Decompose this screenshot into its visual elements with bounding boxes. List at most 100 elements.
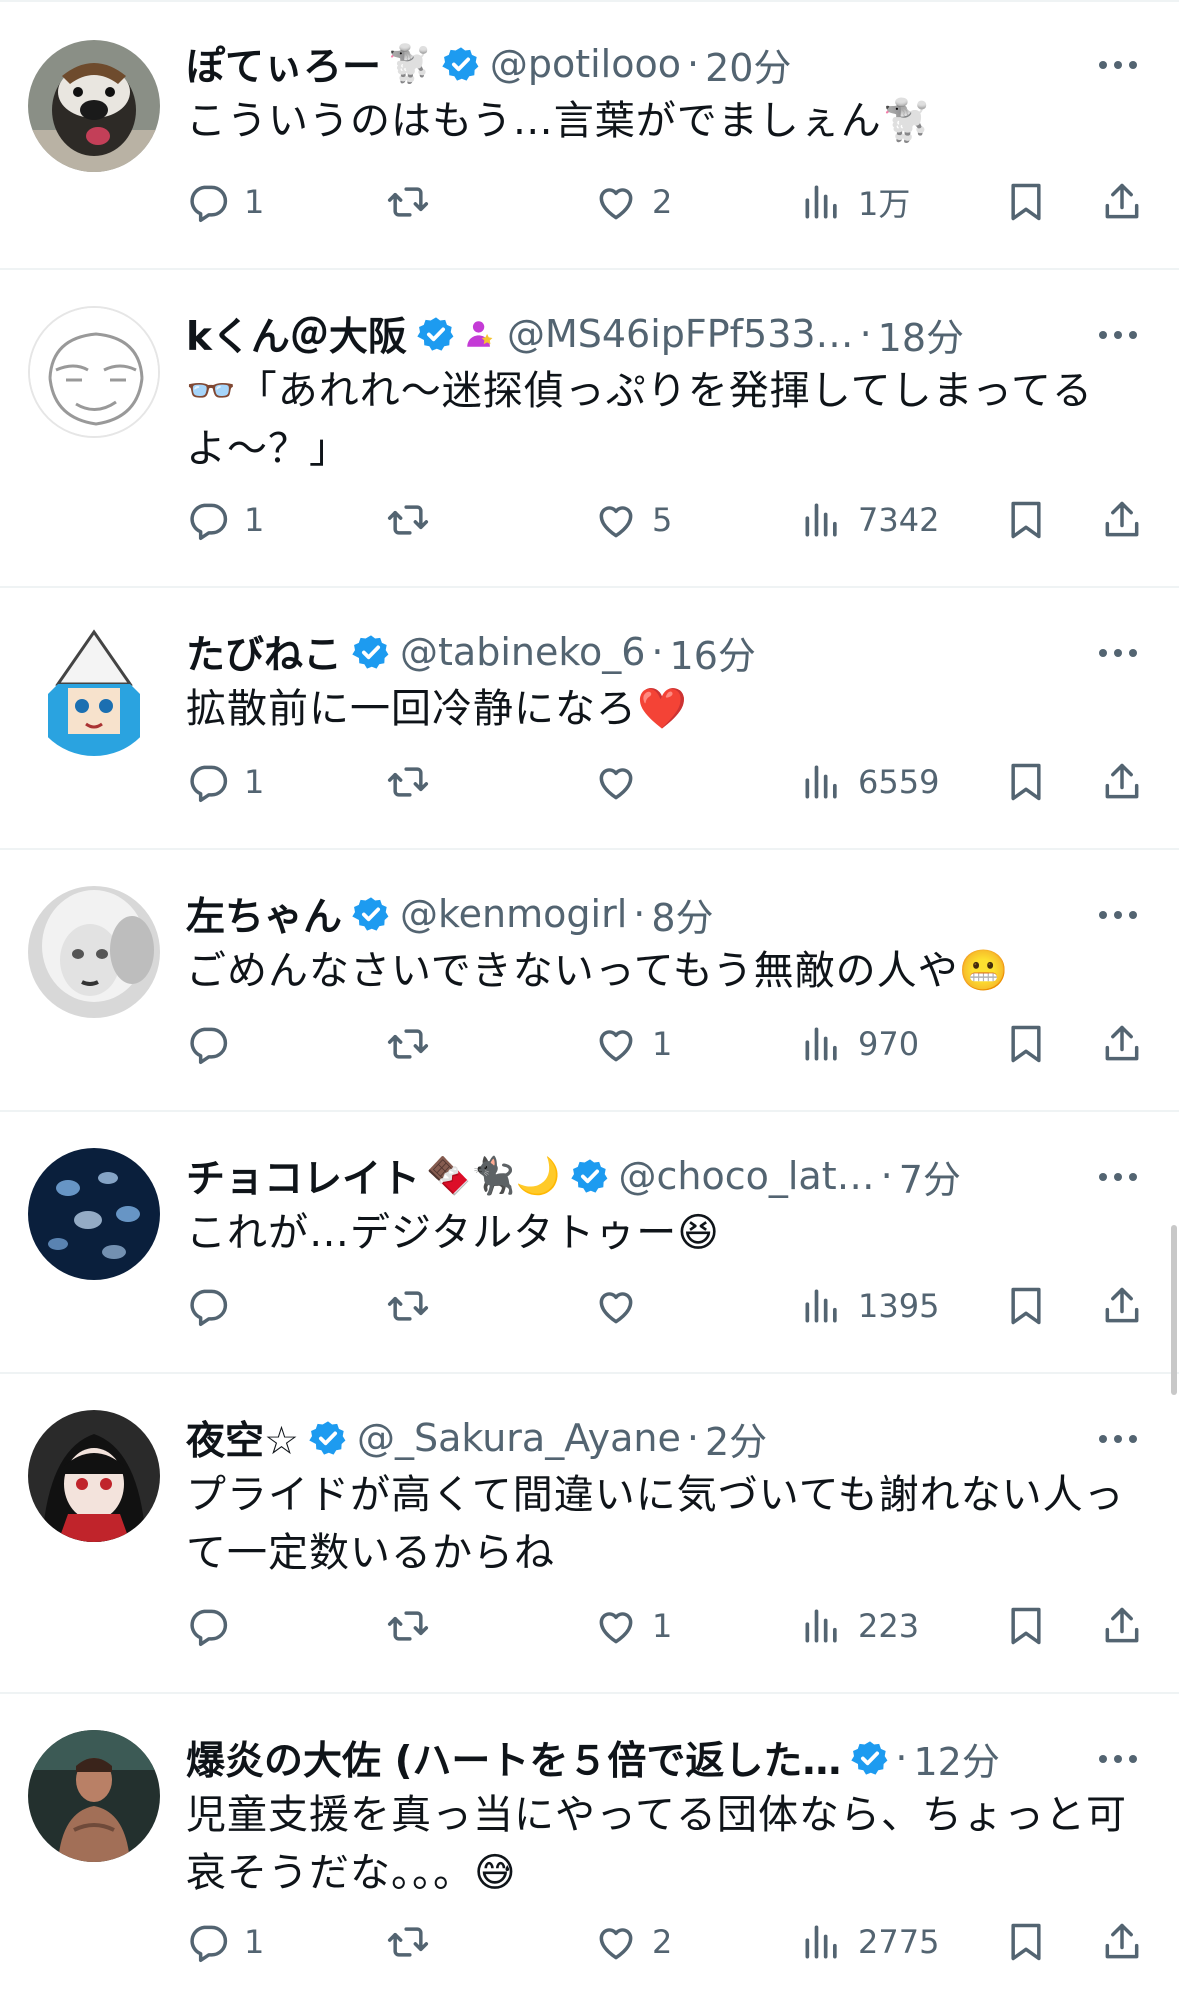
handle[interactable]: @kenmogirl <box>400 892 627 936</box>
supporter-badge-icon <box>467 321 493 347</box>
retweet-button[interactable] <box>386 172 444 232</box>
avatar[interactable] <box>28 886 160 1018</box>
bookmark-button[interactable] <box>1004 490 1048 550</box>
reply-count: 1 <box>244 1923 265 1961</box>
handle[interactable]: @tabineko_6 <box>400 630 645 674</box>
display-name[interactable]: たびねこ <box>186 626 342 678</box>
display-name[interactable]: 夜空☆ <box>186 1412 299 1464</box>
more-icon[interactable] <box>1093 320 1143 350</box>
reply-button[interactable]: 1 <box>186 172 264 232</box>
share-button[interactable] <box>1100 1014 1144 1074</box>
like-button[interactable]: 1 <box>594 1596 672 1656</box>
share-button[interactable] <box>1100 1276 1144 1336</box>
avatar[interactable] <box>28 1730 160 1862</box>
retweet-button[interactable] <box>386 1912 444 1972</box>
more-icon[interactable] <box>1093 1744 1143 1774</box>
reply-item[interactable]: kくん＠大阪 @MS46ipFPf533… · 18分 👓「あれれ〜迷探偵っぷり… <box>0 270 1179 588</box>
retweet-button[interactable] <box>386 752 444 812</box>
retweet-icon <box>387 505 429 535</box>
reply-button[interactable]: 1 <box>186 490 264 550</box>
handle[interactable]: @potilooo <box>490 42 681 86</box>
bookmark-button[interactable] <box>1004 1276 1048 1336</box>
display-name[interactable]: チョコレイト <box>186 1150 420 1202</box>
like-button[interactable]: 2 <box>594 172 672 232</box>
display-name[interactable]: kくん＠大阪 <box>186 308 407 360</box>
like-button[interactable]: 5 <box>594 490 672 550</box>
reply-item[interactable]: 爆炎の大佐 (ハートを５倍で返した… · 12分 児童支援を真っ当にやってる団体… <box>0 1694 1179 2004</box>
bookmark-icon <box>1011 1025 1041 1063</box>
avatar[interactable] <box>28 624 160 756</box>
timestamp[interactable]: 2分 <box>705 1412 767 1464</box>
retweet-button[interactable] <box>386 1276 444 1336</box>
reply-button[interactable]: 1 <box>186 752 264 812</box>
reply-item[interactable]: 夜空☆ @_Sakura_Ayane · 2分 プライドが高くて間違いに気づいて… <box>0 1374 1179 1694</box>
timestamp[interactable]: 7分 <box>899 1150 961 1202</box>
display-name[interactable]: 左ちゃん <box>186 888 342 940</box>
reply-item[interactable]: 左ちゃん @kenmogirl · 8分 ごめんなさいできないってもう無敵の人や… <box>0 850 1179 1112</box>
share-button[interactable] <box>1100 172 1144 232</box>
views-button[interactable]: 970 <box>800 1014 919 1074</box>
reply-text: 拡散前に一回冷静になろ❤️ <box>186 686 688 732</box>
reply-text: プライドが高くて間違いに気づいても謝れない人って一定数いるからね <box>186 1472 1125 1576</box>
bookmark-button[interactable] <box>1004 1596 1048 1656</box>
bookmark-button[interactable] <box>1004 1014 1048 1074</box>
verified-badge-icon <box>352 897 389 931</box>
reply-item[interactable]: ぽてぃろー 🐩 @potilooo · 20分 こういうのはもう…言葉がでましぇ… <box>0 0 1179 270</box>
like-button[interactable]: 1 <box>594 1014 672 1074</box>
share-button[interactable] <box>1100 490 1144 550</box>
dot-separator: · <box>633 892 646 936</box>
share-button[interactable] <box>1100 752 1144 812</box>
avatar[interactable] <box>28 306 160 438</box>
views-button[interactable]: 1395 <box>800 1276 939 1336</box>
bookmark-button[interactable] <box>1004 1912 1048 1972</box>
views-button[interactable]: 6559 <box>800 752 939 812</box>
reply-button[interactable] <box>186 1596 244 1656</box>
reply-button[interactable] <box>186 1276 244 1336</box>
more-icon[interactable] <box>1093 900 1143 930</box>
reply-button[interactable] <box>186 1014 244 1074</box>
retweet-button[interactable] <box>386 490 444 550</box>
share-button[interactable] <box>1100 1912 1144 1972</box>
views-button[interactable]: 223 <box>800 1596 919 1656</box>
scrollbar[interactable] <box>1171 1225 1177 1395</box>
handle[interactable]: @choco_lat… <box>619 1154 875 1198</box>
views-icon <box>805 1289 837 1323</box>
dot-separator: · <box>859 312 872 356</box>
timestamp[interactable]: 8分 <box>651 888 713 940</box>
views-button[interactable]: 2775 <box>800 1912 939 1972</box>
more-icon[interactable] <box>1093 1162 1143 1192</box>
handle[interactable]: @MS46ipFPf533… <box>507 312 854 356</box>
timestamp[interactable]: 18分 <box>878 308 964 360</box>
reply-header: ぽてぃろー 🐩 @potilooo · 20分 <box>186 38 1069 90</box>
handle[interactable]: @_Sakura_Ayane <box>357 1416 681 1460</box>
more-icon[interactable] <box>1093 50 1143 80</box>
more-icon[interactable] <box>1093 638 1143 668</box>
share-button[interactable] <box>1100 1596 1144 1656</box>
timestamp[interactable]: 12分 <box>914 1732 1000 1784</box>
like-count: 1 <box>652 1025 673 1063</box>
like-button[interactable]: 2 <box>594 1912 672 1972</box>
more-icon[interactable] <box>1093 1424 1143 1454</box>
avatar[interactable] <box>28 40 160 172</box>
bookmark-button[interactable] <box>1004 752 1048 812</box>
reply-item[interactable]: チョコレイト 🍫🐈‍⬛🌙 @choco_lat… · 7分 これが…デジタルタト… <box>0 1112 1179 1374</box>
reply-header: たびねこ @tabineko_6 · 16分 <box>186 626 1069 678</box>
display-name[interactable]: ぽてぃろー <box>186 38 381 90</box>
dot-separator: · <box>686 1416 699 1460</box>
retweet-button[interactable] <box>386 1014 444 1074</box>
views-button[interactable]: 1万 <box>800 172 910 232</box>
timestamp[interactable]: 16分 <box>670 626 756 678</box>
display-name[interactable]: 爆炎の大佐 (ハートを５倍で返した… <box>186 1732 841 1784</box>
like-button[interactable] <box>594 1276 652 1336</box>
like-button[interactable] <box>594 752 652 812</box>
avatar[interactable] <box>28 1410 160 1542</box>
avatar[interactable] <box>28 1148 160 1280</box>
bookmark-button[interactable] <box>1004 172 1048 232</box>
views-button[interactable]: 7342 <box>800 490 939 550</box>
bookmark-icon <box>1011 501 1041 539</box>
retweet-button[interactable] <box>386 1596 444 1656</box>
reply-button[interactable]: 1 <box>186 1912 264 1972</box>
timestamp[interactable]: 20分 <box>705 38 791 90</box>
reply-item[interactable]: たびねこ @tabineko_6 · 16分 拡散前に一回冷静になろ❤️ 1 6… <box>0 588 1179 850</box>
reply-icon <box>190 1027 228 1065</box>
